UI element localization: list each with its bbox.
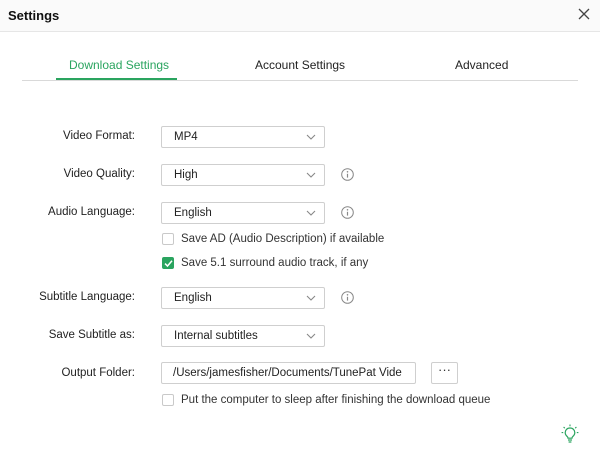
video-quality-label: Video Quality: (63, 168, 135, 180)
chevron-down-icon (306, 172, 316, 178)
output-folder-field (161, 362, 416, 384)
lightbulb-icon[interactable] (561, 424, 579, 444)
audio-language-label: Audio Language: (48, 206, 135, 218)
title-bar: Settings (0, 0, 600, 32)
output-folder-input[interactable] (173, 364, 413, 382)
video-format-value: MP4 (174, 131, 198, 143)
window-title: Settings (8, 8, 60, 23)
sleep-after-label: Put the computer to sleep after finishin… (181, 394, 491, 406)
audio-language-select[interactable]: English (161, 202, 325, 224)
save-subtitle-as-label: Save Subtitle as: (48, 329, 135, 341)
video-format-label: Video Format: (62, 130, 135, 142)
info-icon[interactable] (341, 168, 354, 181)
tab-download-settings[interactable]: Download Settings (69, 58, 169, 72)
chevron-down-icon (306, 210, 316, 216)
settings-tabs: Download Settings Account Settings Advan… (22, 52, 578, 81)
checkmark-icon (164, 260, 173, 268)
sleep-after-checkbox[interactable] (162, 394, 174, 406)
save-subtitle-as-value: Internal subtitles (174, 330, 258, 342)
video-quality-value: High (174, 169, 198, 181)
info-icon[interactable] (341, 206, 354, 219)
save-ad-label: Save AD (Audio Description) if available (181, 233, 385, 245)
output-folder-label: Output Folder: (61, 367, 135, 379)
subtitle-language-value: English (174, 292, 212, 304)
video-format-select[interactable]: MP4 (161, 126, 325, 148)
tab-advanced[interactable]: Advanced (455, 58, 508, 72)
active-tab-indicator (56, 78, 177, 80)
chevron-down-icon (306, 295, 316, 301)
close-icon[interactable] (577, 7, 591, 21)
tab-account-settings[interactable]: Account Settings (255, 58, 345, 72)
info-icon[interactable] (341, 291, 354, 304)
save-surround-label: Save 5.1 surround audio track, if any (181, 257, 369, 269)
browse-folder-button[interactable]: ··· (431, 362, 458, 384)
video-quality-select[interactable]: High (161, 164, 325, 186)
save-subtitle-as-select[interactable]: Internal subtitles (161, 325, 325, 347)
subtitle-language-select[interactable]: English (161, 287, 325, 309)
audio-language-value: English (174, 207, 212, 219)
save-surround-checkbox[interactable] (162, 257, 174, 269)
chevron-down-icon (306, 333, 316, 339)
chevron-down-icon (306, 134, 316, 140)
subtitle-language-label: Subtitle Language: (39, 291, 135, 303)
save-ad-checkbox[interactable] (162, 233, 174, 245)
